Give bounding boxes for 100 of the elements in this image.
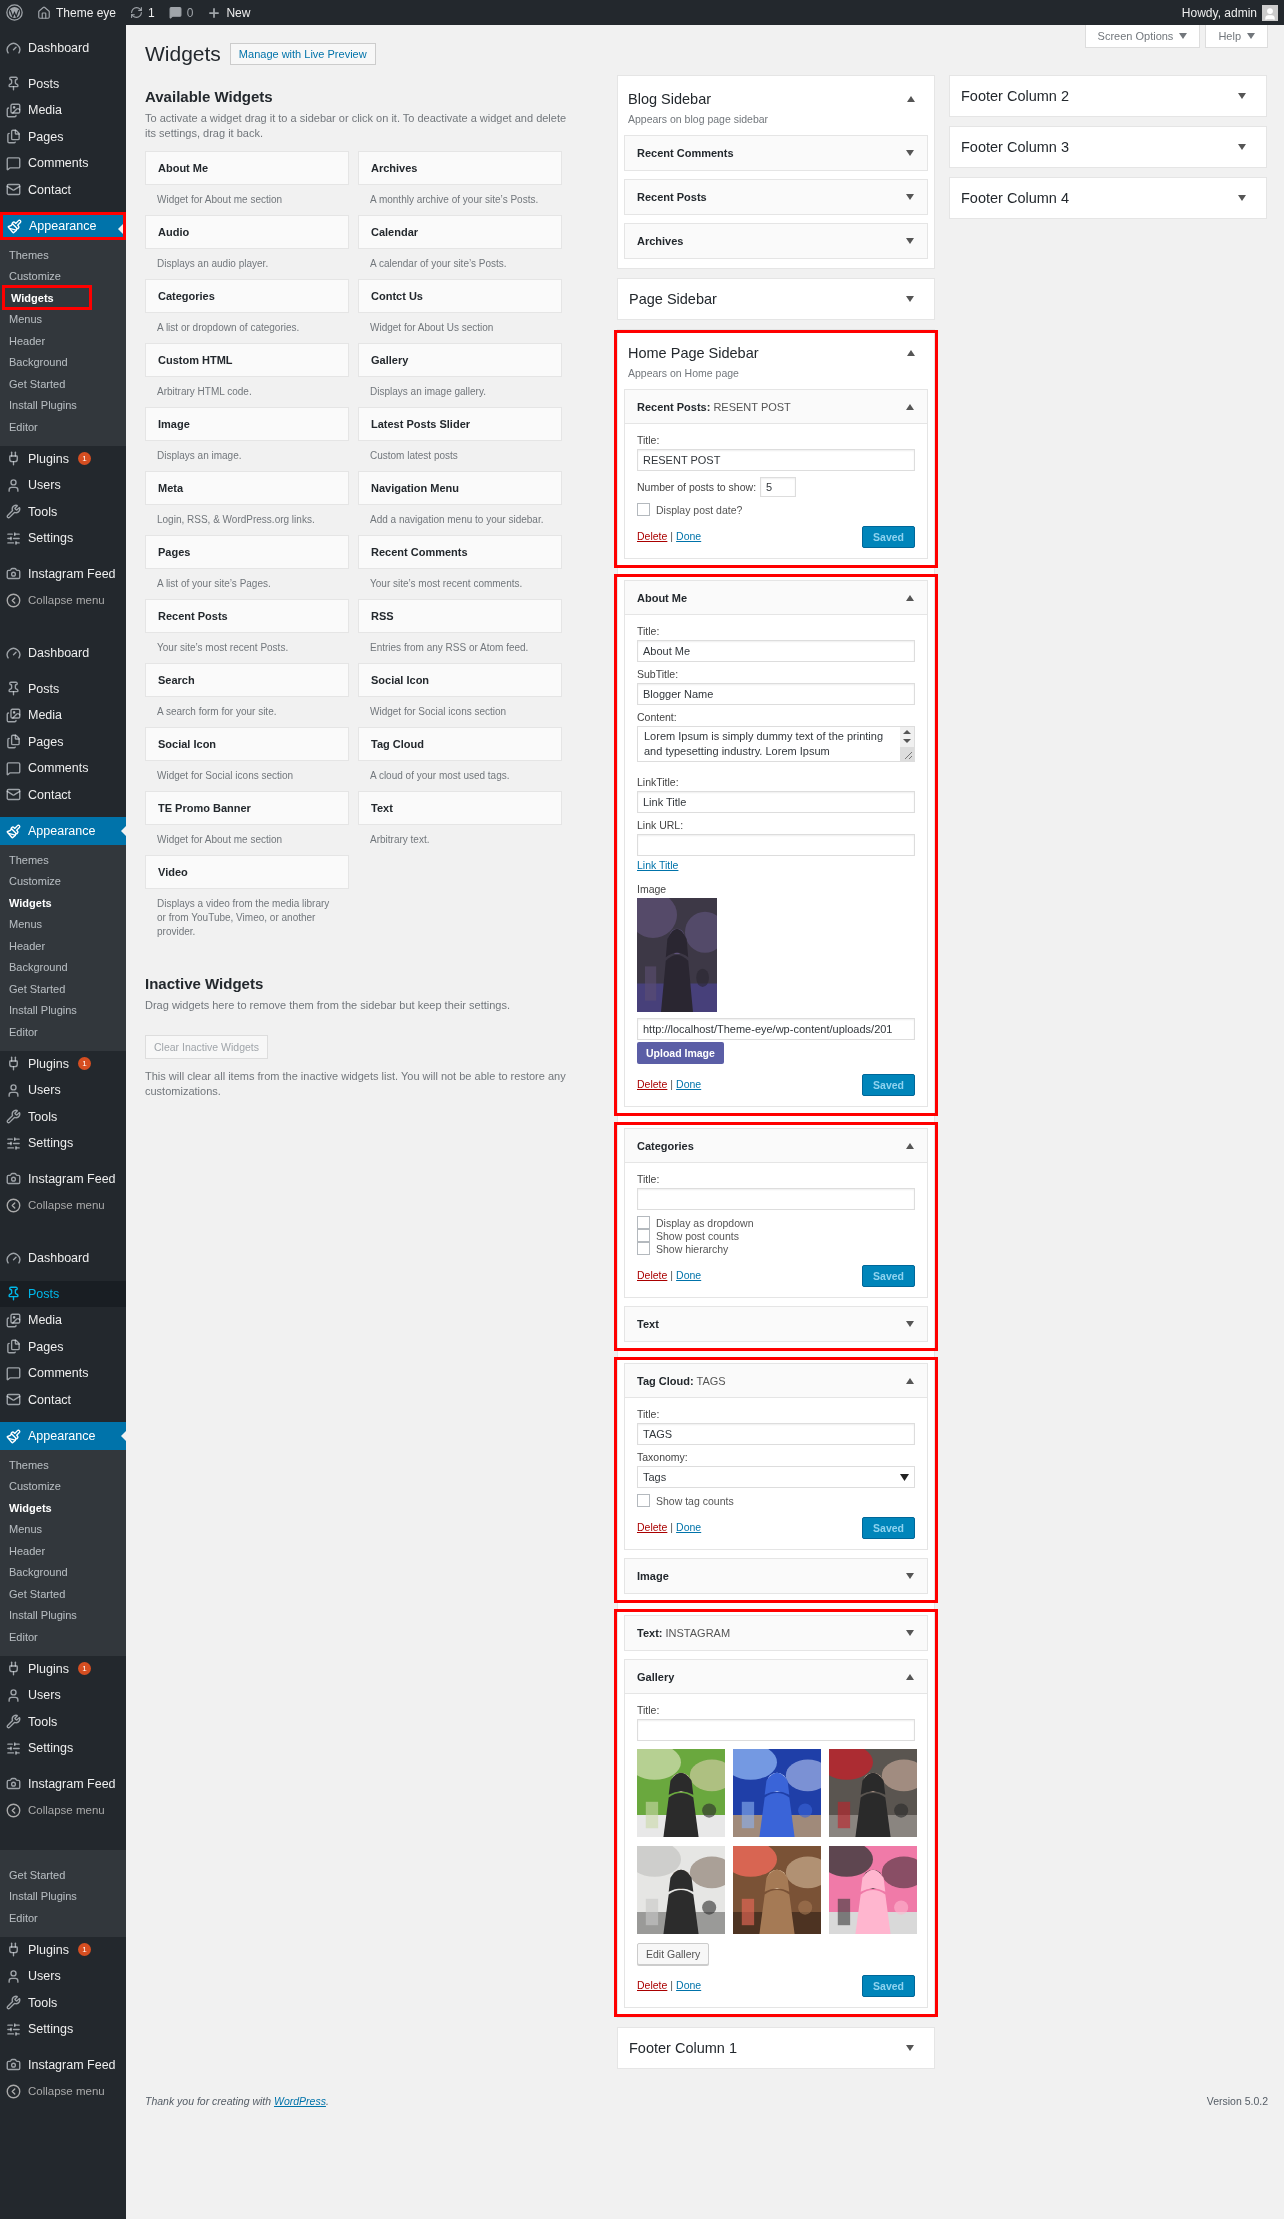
menu-item[interactable]: Comments <box>0 1360 126 1387</box>
new-link[interactable]: New <box>207 5 251 20</box>
widget-item[interactable]: Image <box>145 407 349 441</box>
wordpress-link[interactable]: WordPress <box>274 2095 326 2107</box>
collapse-menu-button[interactable]: Collapse menu <box>0 2078 126 2104</box>
menu-item[interactable]: Users <box>0 1963 126 1990</box>
menu-item[interactable]: Pages <box>0 123 126 150</box>
widget-item[interactable]: Tag Cloud <box>358 727 562 761</box>
menu-item[interactable]: Settings <box>0 525 126 552</box>
widget-header[interactable]: Recent Comments <box>625 136 927 170</box>
done-link[interactable]: Done <box>676 1979 702 1991</box>
menu-item[interactable]: Plugins 1 <box>0 1936 126 1963</box>
submenu-item[interactable]: Get Started <box>0 373 126 395</box>
input-field[interactable]: Link Title <box>637 791 915 813</box>
menu-item[interactable]: Appearance <box>0 817 126 845</box>
sidebar-header[interactable]: Footer Column 3 <box>950 127 1266 167</box>
menu-item[interactable]: Comments <box>0 755 126 782</box>
sidebar-header[interactable]: Footer Column 4 <box>950 178 1266 218</box>
menu-item[interactable]: Contact <box>0 781 126 808</box>
submenu-item[interactable]: Get Started <box>0 1864 126 1886</box>
sidebar-header[interactable]: Page Sidebar <box>618 279 934 319</box>
collapse-menu-button[interactable]: Collapse menu <box>0 587 126 613</box>
submenu-item[interactable]: Widgets <box>0 892 126 914</box>
widget-item[interactable]: Recent Posts <box>145 599 349 633</box>
checkbox[interactable] <box>637 1242 650 1255</box>
submenu-item[interactable]: Get Started <box>0 1583 126 1605</box>
widget-header[interactable]: Text: INSTAGRAM <box>625 1616 927 1650</box>
collapse-menu-button[interactable]: Collapse menu <box>0 1192 126 1218</box>
widget-item[interactable]: Contct Us <box>358 279 562 313</box>
widget-item[interactable]: Navigation Menu <box>358 471 562 505</box>
checkbox[interactable] <box>637 503 650 516</box>
widget-item[interactable]: About Me <box>145 151 349 185</box>
sidebar-header[interactable]: Blog Sidebar <box>617 79 935 107</box>
menu-item[interactable]: Pages <box>0 728 126 755</box>
widget-header[interactable]: Archives <box>625 224 927 258</box>
menu-item[interactable]: Posts <box>0 70 126 97</box>
widget-header[interactable]: Recent Posts: RESENT POST <box>625 390 927 424</box>
submenu-item[interactable]: Menus <box>0 1518 126 1540</box>
submenu-item[interactable]: Customize <box>0 1475 126 1497</box>
menu-item[interactable]: Tools <box>0 498 126 525</box>
widget-header[interactable]: About Me <box>625 581 927 615</box>
checkbox[interactable] <box>637 1216 650 1229</box>
menu-item[interactable]: Pages <box>0 1333 126 1360</box>
widget-header[interactable]: Text <box>625 1307 927 1341</box>
delete-link[interactable]: Delete <box>637 530 668 542</box>
menu-item[interactable]: Posts <box>0 675 126 702</box>
widget-item[interactable]: Recent Comments <box>358 535 562 569</box>
menu-item[interactable]: Instagram Feed <box>0 1165 126 1192</box>
logo-icon[interactable] <box>6 4 23 21</box>
submenu-item[interactable]: Install Plugins <box>0 999 126 1021</box>
submenu-item[interactable]: Themes <box>0 1454 126 1476</box>
widget-header[interactable]: Gallery <box>625 1660 927 1694</box>
menu-item[interactable]: Settings <box>0 1130 126 1157</box>
select-field[interactable]: Tags <box>637 1466 915 1488</box>
menu-item[interactable]: Contact <box>0 176 126 203</box>
delete-link[interactable]: Delete <box>637 1521 668 1533</box>
done-link[interactable]: Done <box>676 1521 702 1533</box>
menu-item[interactable]: Comments <box>0 150 126 177</box>
menu-item[interactable]: Dashboard <box>0 640 126 667</box>
site-link[interactable]: Theme eye <box>37 5 117 20</box>
input-field[interactable]: http://localhost/Theme-eye/wp-content/uploads/201 <box>637 1018 915 1040</box>
submenu-item[interactable]: Header <box>0 935 126 957</box>
menu-item[interactable]: Users <box>0 472 126 499</box>
live-preview-button[interactable]: Manage with Live Preview <box>229 43 376 65</box>
input-field[interactable]: TAGS <box>637 1423 915 1445</box>
submenu-item[interactable]: Menus <box>0 913 126 935</box>
submenu-item[interactable]: Widgets <box>0 1497 126 1519</box>
menu-item[interactable]: Plugins 1 <box>0 1655 126 1682</box>
submenu-item[interactable]: Background <box>0 351 126 373</box>
menu-item[interactable]: Media <box>0 702 126 729</box>
submenu-item[interactable]: Editor <box>0 416 126 438</box>
input-field[interactable]: RESENT POST <box>637 449 915 471</box>
submenu-item[interactable]: Themes <box>0 244 126 266</box>
submenu-item[interactable]: Editor <box>0 1021 126 1043</box>
widget-item[interactable]: Meta <box>145 471 349 505</box>
submenu-item[interactable]: Themes <box>0 849 126 871</box>
widget-header[interactable]: Tag Cloud: TAGS <box>625 1364 927 1398</box>
widget-item[interactable]: RSS <box>358 599 562 633</box>
menu-item[interactable]: Posts <box>0 1280 126 1307</box>
number-field[interactable]: 5 <box>760 477 797 497</box>
widget-item[interactable]: Gallery <box>358 343 562 377</box>
delete-link[interactable]: Delete <box>637 1269 668 1281</box>
done-link[interactable]: Done <box>676 1269 702 1281</box>
menu-item[interactable]: Users <box>0 1077 126 1104</box>
widget-item[interactable]: Pages <box>145 535 349 569</box>
widget-item[interactable]: Video <box>145 855 349 889</box>
menu-item[interactable]: Dashboard <box>0 35 126 62</box>
delete-link[interactable]: Delete <box>637 1979 668 1991</box>
menu-item[interactable]: Appearance <box>0 212 126 240</box>
menu-item[interactable]: Tools <box>0 1103 126 1130</box>
submenu-item[interactable]: Header <box>0 1540 126 1562</box>
widget-item[interactable]: Calendar <box>358 215 562 249</box>
submenu-item[interactable]: Widgets <box>2 285 92 310</box>
menu-item[interactable]: Instagram Feed <box>0 1770 126 1797</box>
submenu-item[interactable]: Menus <box>0 308 126 330</box>
widget-item[interactable]: Audio <box>145 215 349 249</box>
menu-item[interactable]: Tools <box>0 1989 126 2016</box>
submenu-item[interactable]: Install Plugins <box>0 394 126 416</box>
account-link[interactable]: Howdy, admin <box>1181 4 1278 21</box>
link[interactable]: Link Title <box>637 859 679 871</box>
